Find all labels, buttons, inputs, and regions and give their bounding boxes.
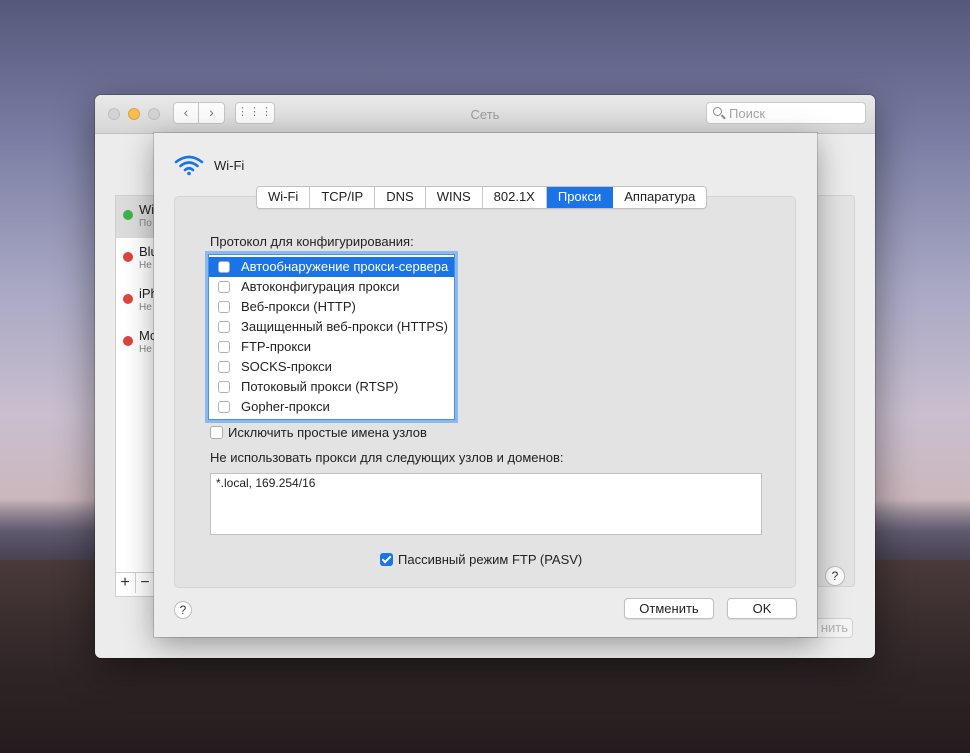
protocol-label: Автоконфигурация прокси xyxy=(241,279,400,294)
protocol-list-label: Протокол для конфигурирования: xyxy=(210,234,414,249)
status-dot-icon xyxy=(123,336,133,346)
interface-title: Wi-Fi xyxy=(214,158,245,173)
service-item-wifi[interactable]: Wi По xyxy=(116,196,156,238)
protocol-label: Защищенный веб-прокси (HTTPS) xyxy=(241,319,448,334)
passive-ftp-checkbox[interactable] xyxy=(380,553,393,566)
ok-button[interactable]: OK xyxy=(727,598,797,619)
tab-dns[interactable]: DNS xyxy=(375,187,426,208)
search-icon xyxy=(713,107,722,116)
help-button[interactable]: ? xyxy=(825,566,845,586)
service-item-bluetooth[interactable]: Blu Не xyxy=(116,238,156,280)
protocol-checkbox[interactable] xyxy=(218,261,230,273)
protocol-row-socks[interactable]: SOCKS-прокси xyxy=(209,357,454,377)
tab-tcpip[interactable]: TCP/IP xyxy=(310,187,376,208)
protocol-row-gopher[interactable]: Gopher-прокси xyxy=(209,397,454,417)
bypass-proxy-label: Не использовать прокси для следующих узл… xyxy=(210,450,564,465)
protocol-label: Потоковый прокси (RTSP) xyxy=(241,379,399,394)
protocol-row-ftp[interactable]: FTP-прокси xyxy=(209,337,454,357)
protocol-label: SOCKS-прокси xyxy=(241,359,332,374)
remove-service-button[interactable]: − xyxy=(135,573,156,593)
titlebar: ‹ › ⋮⋮⋮ Сеть Поиск xyxy=(95,95,875,134)
protocol-label: Автообнаружение прокси-сервера xyxy=(241,259,449,274)
protocol-row-auto-config[interactable]: Автоконфигурация прокси xyxy=(209,277,454,297)
status-dot-icon xyxy=(123,252,133,262)
protocol-label: FTP-прокси xyxy=(241,339,311,354)
protocol-checkbox[interactable] xyxy=(218,281,230,293)
add-service-button[interactable]: + xyxy=(115,573,136,593)
search-placeholder: Поиск xyxy=(729,106,766,121)
protocol-checkbox[interactable] xyxy=(218,341,230,353)
exclude-simple-hostnames-label: Исключить простые имена узлов xyxy=(228,425,427,440)
tab-hardware[interactable]: Аппаратура xyxy=(613,187,706,208)
protocol-checkbox[interactable] xyxy=(218,361,230,373)
service-item-iphone[interactable]: iPh Не xyxy=(116,280,156,322)
protocol-checkbox[interactable] xyxy=(218,401,230,413)
service-list: Wi По Blu Не iPh Не Mo Не xyxy=(115,195,157,597)
tab-8021x[interactable]: 802.1X xyxy=(483,187,547,208)
protocol-row-auto-discovery[interactable]: Автообнаружение прокси-сервера xyxy=(209,257,454,277)
protocol-checkbox[interactable] xyxy=(218,381,230,393)
service-item-modem[interactable]: Mo Не xyxy=(116,322,156,364)
tab-wifi[interactable]: Wi-Fi xyxy=(257,187,311,208)
protocol-checkbox[interactable] xyxy=(218,321,230,333)
cancel-button[interactable]: Отменить xyxy=(624,598,714,619)
search-field[interactable]: Поиск xyxy=(706,102,866,124)
tab-proxies[interactable]: Прокси xyxy=(546,187,614,208)
status-dot-icon xyxy=(123,210,133,220)
protocol-label: Gopher-прокси xyxy=(241,399,330,414)
details-panel xyxy=(815,195,855,587)
status-dot-icon xyxy=(123,294,133,304)
protocol-checkbox[interactable] xyxy=(218,301,230,313)
passive-ftp-label: Пассивный режим FTP (PASV) xyxy=(398,552,583,567)
protocol-row-http[interactable]: Веб-прокси (HTTP) xyxy=(209,297,454,317)
protocol-list: Автообнаружение прокси-сервера Автоконфи… xyxy=(208,254,455,420)
help-button[interactable]: ? xyxy=(174,601,192,619)
exclude-simple-hostnames-checkbox[interactable] xyxy=(210,426,223,439)
bypass-proxy-field[interactable]: *.local, 169.254/16 xyxy=(210,473,762,535)
tab-bar: Wi-Fi TCP/IP DNS WINS 802.1X Прокси Аппа… xyxy=(256,186,708,209)
tab-wins[interactable]: WINS xyxy=(426,187,483,208)
wifi-icon xyxy=(174,155,204,176)
service-toolbar: + − xyxy=(115,572,156,595)
advanced-settings-sheet: Wi-Fi Wi-Fi TCP/IP DNS WINS 802.1X Прокс… xyxy=(154,133,817,637)
protocol-row-rtsp[interactable]: Потоковый прокси (RTSP) xyxy=(209,377,454,397)
protocol-label: Веб-прокси (HTTP) xyxy=(241,299,356,314)
protocol-row-https[interactable]: Защищенный веб-прокси (HTTPS) xyxy=(209,317,454,337)
